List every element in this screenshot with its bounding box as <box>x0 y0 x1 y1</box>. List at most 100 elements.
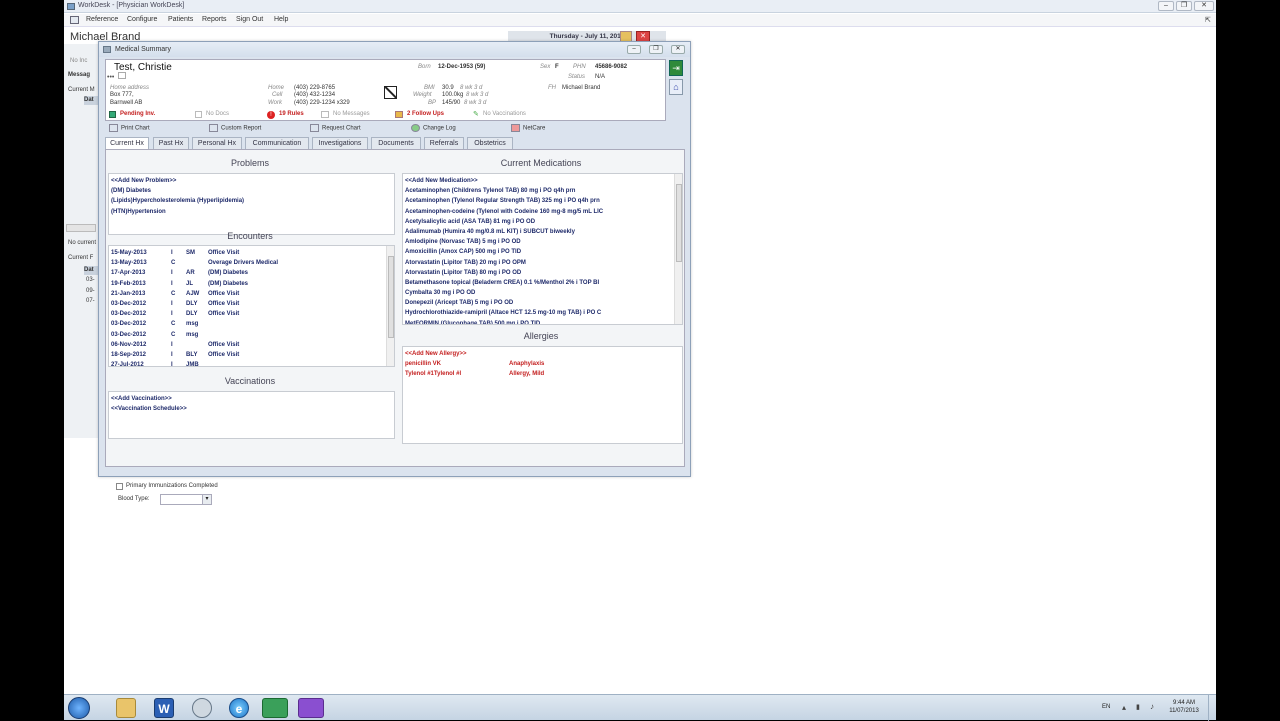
cell-phone-value: (403) 432-1234 <box>294 92 336 98</box>
medication-item[interactable]: Cymbalta 30 mg i PO OD <box>405 288 682 298</box>
pin-icon[interactable]: ⇱ <box>1205 16 1211 24</box>
encounter-row[interactable]: 03-Dec-2012 I DLY Office Visit <box>109 299 394 309</box>
tab-obstetrics[interactable]: Obstetrics <box>467 137 513 149</box>
tray-arrow-icon[interactable]: ▴ <box>1122 703 1126 712</box>
change-log-button[interactable]: Change Log <box>411 124 456 132</box>
close-button[interactable]: ✕ <box>1194 1 1214 11</box>
encounters-scroll-thumb[interactable] <box>388 256 394 338</box>
blood-type-select[interactable]: ▾ <box>160 494 212 505</box>
add-problem-link[interactable]: <<Add New Problem>> <box>111 176 394 186</box>
app-globe-icon[interactable] <box>192 698 212 718</box>
encounter-row[interactable]: 03-Dec-2012 Cmsg <box>109 319 394 329</box>
more-icon[interactable]: ••• <box>107 74 114 81</box>
allergy-row[interactable]: Tylenol #1Tylenol #l Allergy, Mild <box>405 369 682 379</box>
tab-documents[interactable]: Documents <box>371 137 421 149</box>
medication-item[interactable]: Atorvastatin (Lipitor TAB) 20 mg i PO OP… <box>405 258 682 268</box>
problem-item[interactable]: (DM) Diabetes <box>111 186 394 196</box>
menu-reports[interactable]: Reports <box>202 16 227 23</box>
medications-scrollbar[interactable] <box>674 174 682 324</box>
minimize-button[interactable]: – <box>1158 1 1174 11</box>
rules-link[interactable]: 19 Rules <box>279 111 304 117</box>
medication-item[interactable]: Acetylsalicylic acid (ASA TAB) 81 mg i P… <box>405 217 682 227</box>
medication-item[interactable]: Acetaminophen-codeine (Tylenol with Code… <box>405 207 682 217</box>
menu-reference[interactable]: Reference <box>86 16 118 23</box>
clock-time[interactable]: 9:44 AM <box>1164 700 1204 706</box>
word-icon[interactable]: W <box>154 698 174 718</box>
encounter-row[interactable]: 06-Nov-2012 I Office Visit <box>109 340 394 350</box>
problem-item[interactable]: (Lipids)Hypercholesterolemia (Hyperlipid… <box>111 196 394 206</box>
encounter-row[interactable]: 15-May-2013 I SM Office Visit <box>109 248 394 258</box>
tab-communication[interactable]: Communication <box>245 137 309 149</box>
medication-item[interactable]: Betamethasone topical (Beladerm CREA) 0.… <box>405 278 682 288</box>
allergy-row[interactable]: penicillin VK Anaphylaxis <box>405 359 682 369</box>
medication-item[interactable]: Acetaminophen (Tylenol Regular Strength … <box>405 196 682 206</box>
menu-patients[interactable]: Patients <box>168 16 193 23</box>
folder-icon[interactable] <box>116 698 136 718</box>
encounter-row[interactable]: 17-Apr-2013 I AR (DM) Diabetes <box>109 268 394 278</box>
problem-item[interactable]: (HTN)Hypertension <box>111 207 394 217</box>
medication-item[interactable]: Amlodipine (Norvasc TAB) 5 mg i PO OD <box>405 237 682 247</box>
row-date[interactable]: 03- <box>86 277 95 283</box>
dialog-close-button[interactable]: ✕ <box>671 45 685 54</box>
maximize-button[interactable]: ❐ <box>1176 1 1192 11</box>
binoculars-icon[interactable]: ⌂ <box>669 79 683 95</box>
medications-scroll-thumb[interactable] <box>676 184 682 262</box>
dialog-maximize-button[interactable]: ❐ <box>649 45 663 54</box>
menu-sign-out[interactable]: Sign Out <box>236 16 263 23</box>
request-chart-button[interactable]: Request Chart <box>310 124 361 132</box>
medication-item[interactable]: Amoxicillin (Amox CAP) 500 mg i PO TID <box>405 247 682 257</box>
tab-past-hx[interactable]: Past Hx <box>153 137 189 149</box>
medication-item[interactable]: Donepezil (Aricept TAB) 5 mg i PO OD <box>405 298 682 308</box>
medication-item[interactable]: Hydrochlorothiazide-ramipril (Altace HCT… <box>405 308 682 318</box>
tab-personal-hx[interactable]: Personal Hx <box>192 137 242 149</box>
tab-investigations[interactable]: Investigations <box>312 137 368 149</box>
custom-report-button[interactable]: Custom Report <box>209 124 261 132</box>
medication-item[interactable]: Atorvastatin (Lipitor TAB) 80 mg i PO OD <box>405 268 682 278</box>
no-messages-link[interactable]: No Messages <box>333 111 370 117</box>
encounter-provider: SM <box>186 250 195 256</box>
medication-item[interactable]: Acetaminophen (Childrens Tylenol TAB) 80… <box>405 186 682 196</box>
vaccination-schedule-link[interactable]: <<Vaccination Schedule>> <box>111 404 394 414</box>
chevron-down-icon[interactable]: ▾ <box>202 495 211 504</box>
start-button[interactable] <box>68 697 90 719</box>
pending-inv-link[interactable]: Pending Inv. <box>120 111 155 117</box>
allergies-title: Allergies <box>523 331 559 341</box>
menu-configure[interactable]: Configure <box>127 16 157 23</box>
medication-item[interactable]: MetFORMIN (Glucophage TAB) 500 mg i PO T… <box>405 319 682 324</box>
encounter-row[interactable]: 27-Jul-2012 I JMB <box>109 360 394 366</box>
encounter-row[interactable]: 03-Dec-2012 Cmsg <box>109 330 394 340</box>
photo-icon[interactable] <box>118 72 126 79</box>
menu-help[interactable]: Help <box>274 16 288 23</box>
no-docs-link[interactable]: No Docs <box>206 111 229 117</box>
medication-item[interactable]: Adalimumab (Humira 40 mg/0.8 mL KIT) i S… <box>405 227 682 237</box>
encounter-row[interactable]: 19-Feb-2013 I JL (DM) Diabetes <box>109 279 394 289</box>
volume-icon[interactable]: ♪ <box>1150 702 1154 711</box>
internet-explorer-icon[interactable]: e <box>229 698 249 718</box>
row-date[interactable]: 09- <box>86 288 95 294</box>
follow-ups-link[interactable]: 2 Follow Ups <box>407 111 444 117</box>
encounter-row[interactable]: 18-Sep-2012 I BLY Office Visit <box>109 350 394 360</box>
no-vaccinations-link[interactable]: No Vaccinations <box>483 111 526 117</box>
dialog-minimize-button[interactable]: – <box>627 45 641 54</box>
row-date[interactable]: 07- <box>86 298 95 304</box>
encounters-scrollbar[interactable] <box>386 246 394 366</box>
netcare-button[interactable]: NetCare <box>511 124 545 132</box>
system-menu-icon[interactable] <box>70 16 79 24</box>
show-desktop-button[interactable] <box>1208 695 1216 721</box>
encounter-row[interactable]: 21-Jan-2013 C AJW Office Visit <box>109 289 394 299</box>
add-vaccination-link[interactable]: <<Add Vaccination>> <box>111 394 394 404</box>
network-icon[interactable]: ▮ <box>1136 703 1140 711</box>
exit-icon[interactable]: ⇥ <box>669 60 683 76</box>
encounter-row[interactable]: 13-May-2013 C Overage Drivers Medical <box>109 258 394 268</box>
language-indicator[interactable]: EN <box>1102 704 1110 710</box>
encounter-row[interactable]: 03-Dec-2012 I DLY Office Visit <box>109 309 394 319</box>
primary-immunizations-checkbox[interactable] <box>116 483 123 490</box>
clock-date[interactable]: 11/07/2013 <box>1164 708 1204 714</box>
add-allergy-link[interactable]: <<Add New Allergy>> <box>405 349 682 359</box>
horizontal-scrollbar[interactable] <box>66 224 96 232</box>
add-medication-link[interactable]: <<Add New Medication>> <box>405 176 682 186</box>
print-chart-button[interactable]: Print Chart <box>109 124 150 132</box>
workdesk-icon[interactable] <box>262 698 288 718</box>
media-icon[interactable] <box>298 698 324 718</box>
tab-referrals[interactable]: Referrals <box>424 137 464 149</box>
